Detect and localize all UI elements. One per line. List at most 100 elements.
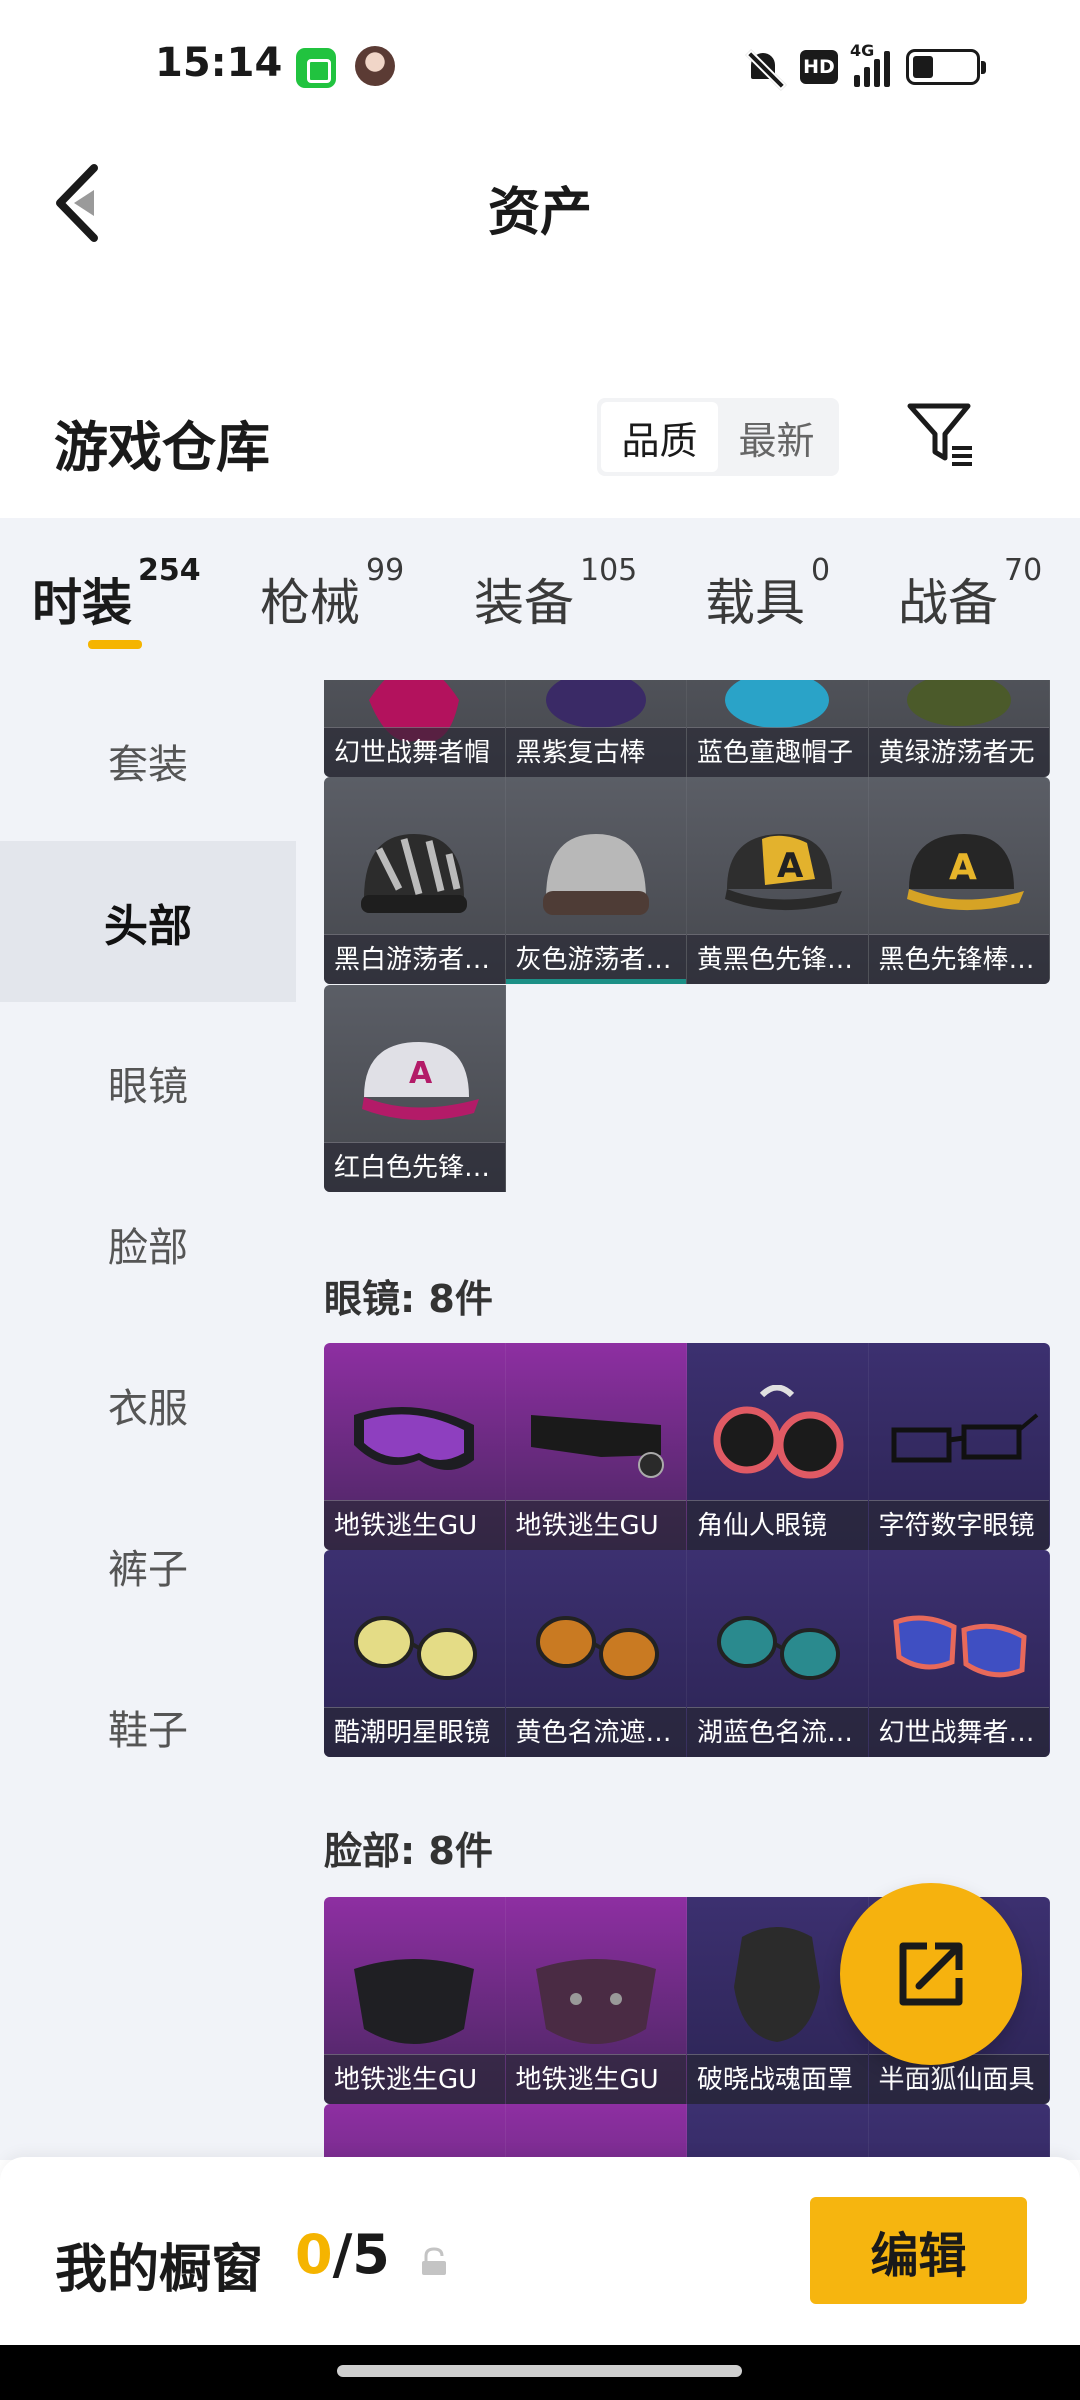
head-items-grid-row3: A 红白色先锋棒… <box>324 985 1050 1192</box>
network-type: 4G <box>850 41 875 60</box>
face-section-title: 脸部: 8件 <box>324 1829 493 1873</box>
glasses-grid-row2: 酷潮明星眼镜 黄色名流遮… 湖蓝色名流… 幻世战舞者眼… <box>324 1550 1050 1757</box>
beanie-thumbnail <box>361 834 468 913</box>
sidebar-item-outfit[interactable]: 套装 <box>0 680 296 841</box>
mask-thumbnail <box>734 1927 821 2042</box>
sidebar-item-face[interactable]: 脸部 <box>0 1163 296 1324</box>
head-items-grid-row1: 幻世战舞者帽 黑紫复古棒 蓝色童趣帽子 黄绿游荡者无 <box>324 680 1050 777</box>
glasses-section-title: 眼镜: 8件 <box>324 1277 493 1321</box>
glasses-grid-row1: 地铁逃生GU 地铁逃生GU 角仙人眼镜 字符数字眼镜 <box>324 1343 1050 1550</box>
item-label: 酷潮明星眼镜 <box>324 1707 505 1757</box>
showcase-label: 我的橱窗 <box>55 2240 264 2300</box>
item-card[interactable]: A 红白色先锋棒… <box>324 985 506 1192</box>
sort-toggle: 品质 最新 <box>597 398 839 476</box>
item-card[interactable]: 地铁逃生GU <box>505 1343 687 1550</box>
beanie-thumbnail <box>542 834 649 915</box>
item-card[interactable]: 角仙人眼镜 <box>687 1343 869 1550</box>
avatar-notification-icon <box>355 46 395 86</box>
share-icon <box>899 1942 963 2006</box>
sunglasses-thumbnail <box>354 1616 478 1680</box>
warehouse-title: 游戏仓库 <box>54 416 270 479</box>
item-label: 地铁逃生GU <box>324 2054 505 2104</box>
sidebar-item-pants[interactable]: 裤子 <box>0 1485 296 1646</box>
item-label: 半面狐仙面具 <box>868 2054 1049 2104</box>
glasses-thumbnail <box>530 1415 664 1478</box>
category-tab-bar: 时装254 枪械99 装备105 载具0 战备70 <box>0 518 1080 680</box>
sunglasses-thumbnail <box>535 1616 659 1680</box>
item-card[interactable]: A 黄黑色先锋… <box>687 777 869 984</box>
lock-icon <box>422 2247 446 2275</box>
item-label: 角仙人眼镜 <box>687 1500 868 1550</box>
mute-icon <box>744 47 784 87</box>
item-card[interactable] <box>868 2104 1050 2160</box>
item-card[interactable]: 酷潮明星眼镜 <box>324 1550 506 1757</box>
item-label: 灰色游荡者… <box>505 934 686 984</box>
share-button[interactable] <box>840 1883 1022 2065</box>
item-label: 幻世战舞者眼… <box>868 1707 1049 1757</box>
item-card[interactable]: 破晓战魂面罩 <box>687 1897 869 2104</box>
sidebar-item-head[interactable]: 头部 <box>0 841 296 1002</box>
home-indicator[interactable] <box>337 2365 742 2377</box>
sunglasses-thumbnail <box>893 1615 1027 1678</box>
item-label: 地铁逃生GU <box>505 1500 686 1550</box>
tab-vehicles[interactable]: 载具0 <box>705 553 830 635</box>
item-label: 幻世战舞者帽 <box>324 727 505 777</box>
item-card[interactable]: 黑白游荡者无… <box>324 777 506 984</box>
item-label: 字符数字眼镜 <box>868 1500 1049 1550</box>
item-card[interactable] <box>324 2104 506 2160</box>
edit-button[interactable]: 编辑 <box>810 2197 1027 2304</box>
svg-text:A: A <box>949 847 977 888</box>
tab-guns[interactable]: 枪械99 <box>260 553 404 635</box>
sidebar-item-shoes[interactable]: 鞋子 <box>0 1646 296 1807</box>
item-card[interactable] <box>505 2104 687 2160</box>
sunglasses-thumbnail <box>717 1616 841 1680</box>
sidebar-item-clothes[interactable]: 衣服 <box>0 1324 296 1485</box>
cap-thumbnail: A <box>906 834 1024 911</box>
head-items-grid-row2: 黑白游荡者无… 灰色游荡者… A 黄黑色先锋… A 黑色先锋棒球… <box>324 777 1050 984</box>
item-label: 破晓战魂面罩 <box>687 2054 868 2104</box>
item-label: 地铁逃生GU <box>505 2054 686 2104</box>
item-card[interactable]: 黄色名流遮… <box>505 1550 687 1757</box>
item-label: 蓝色童趣帽子 <box>687 727 868 777</box>
category-sidebar: 套装 头部 眼镜 脸部 衣服 裤子 鞋子 <box>0 680 296 2160</box>
mask-thumbnail <box>354 1959 475 2044</box>
item-label: 红白色先锋棒… <box>324 1142 505 1192</box>
item-card[interactable]: A 黑色先锋棒球… <box>868 777 1050 984</box>
glasses-thumbnail <box>891 1413 1039 1463</box>
tab-fashion[interactable]: 时装254 <box>32 553 201 635</box>
item-card[interactable]: 地铁逃生GU <box>324 1343 506 1550</box>
item-label: 黑白游荡者无… <box>324 934 505 984</box>
item-card[interactable]: 黄绿游荡者无 <box>868 680 1050 777</box>
item-label: 黄绿游荡者无 <box>868 727 1049 777</box>
sort-quality-option[interactable]: 品质 <box>601 402 718 472</box>
item-card[interactable]: 字符数字眼镜 <box>868 1343 1050 1550</box>
item-label: 地铁逃生GU <box>324 1500 505 1550</box>
active-tab-indicator <box>88 640 142 649</box>
item-card[interactable]: 幻世战舞者帽 <box>324 680 506 777</box>
svg-text:A: A <box>777 846 804 886</box>
tab-supplies[interactable]: 战备70 <box>898 553 1042 635</box>
status-bar: 15:14 HD 4G <box>0 0 1080 130</box>
face-grid-row2 <box>324 2104 1050 2160</box>
showcase-bar: 我的橱窗 0/5 编辑 <box>0 2157 1080 2345</box>
status-icons: HD 4G <box>744 41 986 90</box>
status-time: 15:14 <box>155 40 283 86</box>
item-card[interactable]: 蓝色童趣帽子 <box>687 680 869 777</box>
item-label: 黄黑色先锋… <box>687 934 868 984</box>
mask-thumbnail <box>535 1959 656 2044</box>
item-label: 黄色名流遮… <box>505 1707 686 1757</box>
item-card[interactable]: 地铁逃生GU <box>505 1897 687 2104</box>
sort-newest-option[interactable]: 最新 <box>718 402 835 472</box>
tab-equipment[interactable]: 装备105 <box>474 553 637 635</box>
item-card[interactable] <box>687 2104 869 2160</box>
item-card[interactable]: 黑紫复古棒 <box>505 680 687 777</box>
item-card[interactable]: 湖蓝色名流… <box>687 1550 869 1757</box>
showcase-count: 0/5 <box>295 2223 390 2286</box>
item-card[interactable]: 地铁逃生GU <box>324 1897 506 2104</box>
cap-thumbnail: A <box>725 834 843 911</box>
sidebar-item-glasses[interactable]: 眼镜 <box>0 1002 296 1163</box>
item-card[interactable]: 幻世战舞者眼… <box>868 1550 1050 1757</box>
svg-text:A: A <box>409 1056 433 1091</box>
item-card[interactable]: 灰色游荡者… <box>505 777 687 984</box>
filter-icon[interactable] <box>906 400 976 470</box>
